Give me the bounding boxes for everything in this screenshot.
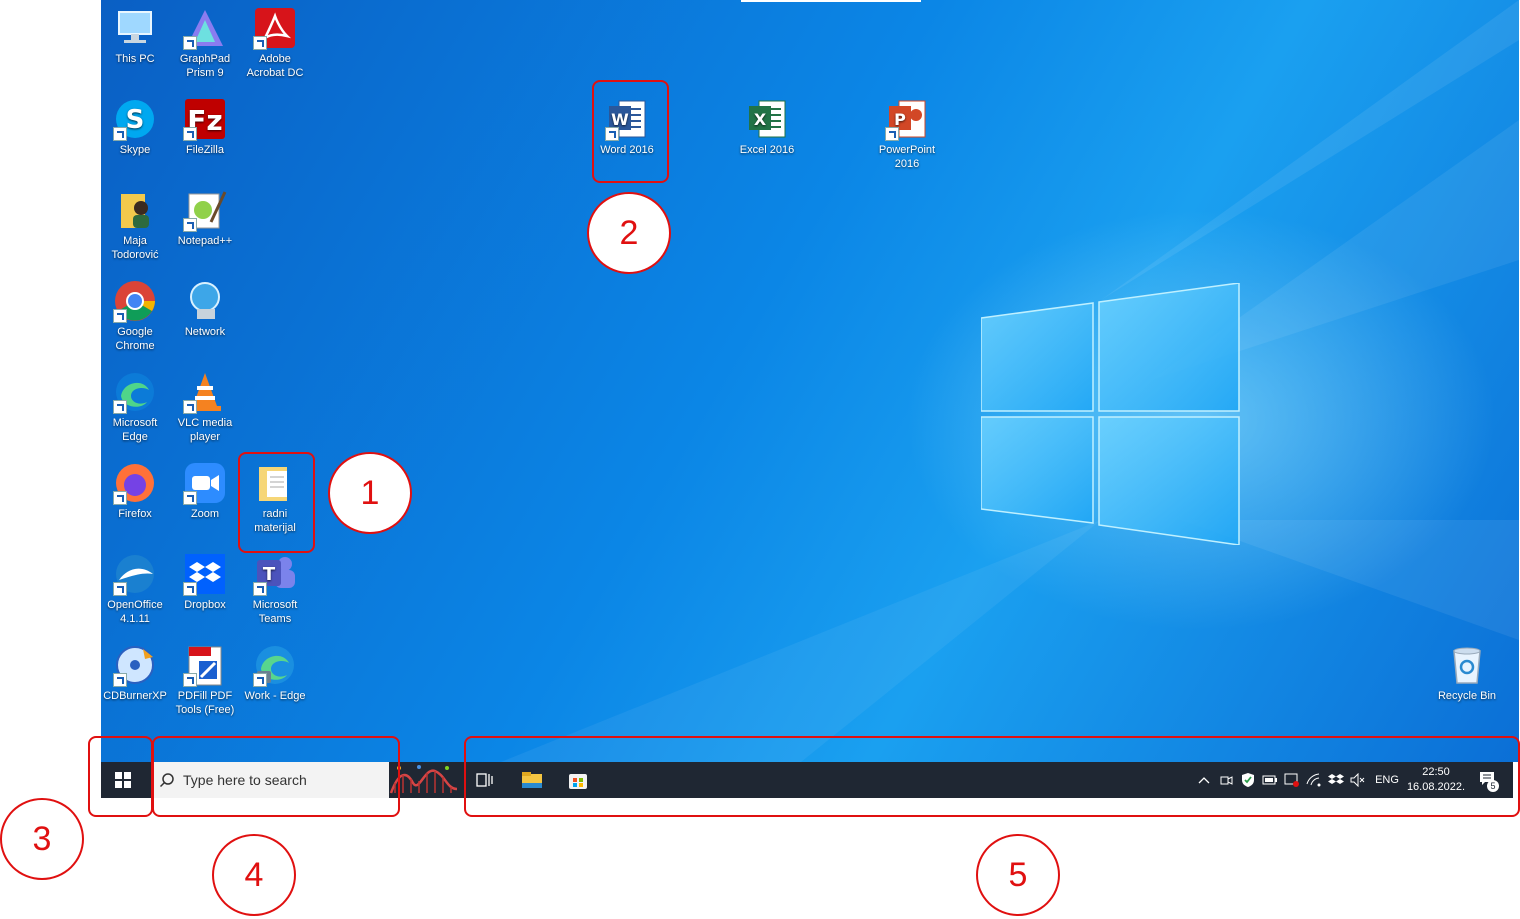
desktop-icon-label: VLC media player xyxy=(177,417,233,443)
desktop-icon-filezilla[interactable]: Fz FileZilla xyxy=(172,97,238,157)
svg-text:X: X xyxy=(754,110,767,129)
recycle-bin-icon xyxy=(1453,647,1481,684)
desktop-icon-chrome[interactable]: Google Chrome xyxy=(102,279,168,353)
desktop-icon-this-pc[interactable]: This PC xyxy=(102,6,168,66)
annotation-box-1 xyxy=(238,452,315,553)
desktop-icon-label: Google Chrome xyxy=(115,326,155,352)
desktop-icon-label: OpenOffice 4.1.11 xyxy=(107,599,163,625)
desktop-icon-recycle-bin[interactable]: Recycle Bin xyxy=(1434,643,1500,703)
desktop-icon-label: Microsoft Teams xyxy=(252,599,298,625)
desktop-icon-network[interactable]: Network xyxy=(172,279,238,339)
svg-text:S: S xyxy=(126,105,145,135)
desktop-icon-work-edge[interactable]: Work - Edge xyxy=(242,643,308,703)
desktop-icon-label: Adobe Acrobat DC xyxy=(246,53,304,79)
network-icon xyxy=(190,282,220,319)
this-pc-icon xyxy=(118,11,152,43)
desktop-top-strip xyxy=(741,0,921,2)
desktop-icon-label: Work - Edge xyxy=(244,690,306,702)
desktop-icon-label: FileZilla xyxy=(186,144,224,156)
desktop-icon-zoom[interactable]: Zoom xyxy=(172,461,238,521)
annotation-box-5 xyxy=(464,736,1520,817)
excel-icon: X xyxy=(749,100,786,138)
desktop-icon-label: PowerPoint 2016 xyxy=(878,144,936,170)
desktop-icon-powerpoint[interactable]: P PowerPoint 2016 xyxy=(874,97,940,171)
light-rays xyxy=(501,0,1519,762)
desktop-icon-label: Microsoft Edge xyxy=(112,417,158,443)
desktop-icon-label: Zoom xyxy=(190,508,220,520)
desktop-icon-label: Maja Todorović xyxy=(111,235,159,261)
desktop-icon-label: Excel 2016 xyxy=(739,144,795,156)
annotation-box-2 xyxy=(592,80,669,183)
desktop-icon-label: Recycle Bin xyxy=(1437,690,1497,702)
desktop-icon-graphpad[interactable]: GraphPad Prism 9 xyxy=(172,6,238,80)
desktop-icon-teams[interactable]: T Microsoft Teams xyxy=(242,552,308,626)
annotation-circle-1: 1 xyxy=(328,452,412,534)
desktop-icon-firefox[interactable]: Firefox xyxy=(102,461,168,521)
annotation-circle-3: 3 xyxy=(0,798,84,880)
annotation-circle-4: 4 xyxy=(212,834,296,916)
desktop-icon-label: Network xyxy=(184,326,226,338)
desktop[interactable] xyxy=(101,0,1519,762)
desktop-icon-edge[interactable]: Microsoft Edge xyxy=(102,370,168,444)
desktop-icon-label: This PC xyxy=(115,53,155,65)
annotation-circle-5: 5 xyxy=(976,834,1060,916)
desktop-icon-label: GraphPad Prism 9 xyxy=(179,53,231,79)
user-folder-icon xyxy=(121,194,149,228)
desktop-icon-pdfill[interactable]: PDFill PDF Tools (Free) xyxy=(172,643,238,717)
desktop-icon-dropbox[interactable]: Dropbox xyxy=(172,552,238,612)
desktop-icon-acrobat[interactable]: Adobe Acrobat DC xyxy=(242,6,308,80)
desktop-icon-label: CDBurnerXP xyxy=(103,690,167,702)
desktop-icon-label: PDFill PDF Tools (Free) xyxy=(175,690,235,716)
windows-logo-wallpaper xyxy=(981,283,1240,545)
desktop-icon-user-folder[interactable]: Maja Todorović xyxy=(102,188,168,262)
desktop-icon-notepadpp[interactable]: Notepad++ xyxy=(172,188,238,248)
annotation-circle-2: 2 xyxy=(587,192,671,274)
desktop-icon-skype[interactable]: S Skype xyxy=(102,97,168,157)
annotation-box-3 xyxy=(88,736,153,817)
desktop-icon-excel[interactable]: X Excel 2016 xyxy=(734,97,800,157)
desktop-icon-cdburner[interactable]: CDBurnerXP xyxy=(102,643,168,703)
desktop-icon-vlc[interactable]: VLC media player xyxy=(172,370,238,444)
desktop-icon-openoffice[interactable]: OpenOffice 4.1.11 xyxy=(102,552,168,626)
desktop-icon-label: Notepad++ xyxy=(177,235,233,247)
desktop-icon-label: Firefox xyxy=(118,508,152,520)
desktop-icon-label: Dropbox xyxy=(184,599,226,611)
desktop-icon-label: Skype xyxy=(119,144,151,156)
annotation-box-4 xyxy=(152,736,400,817)
